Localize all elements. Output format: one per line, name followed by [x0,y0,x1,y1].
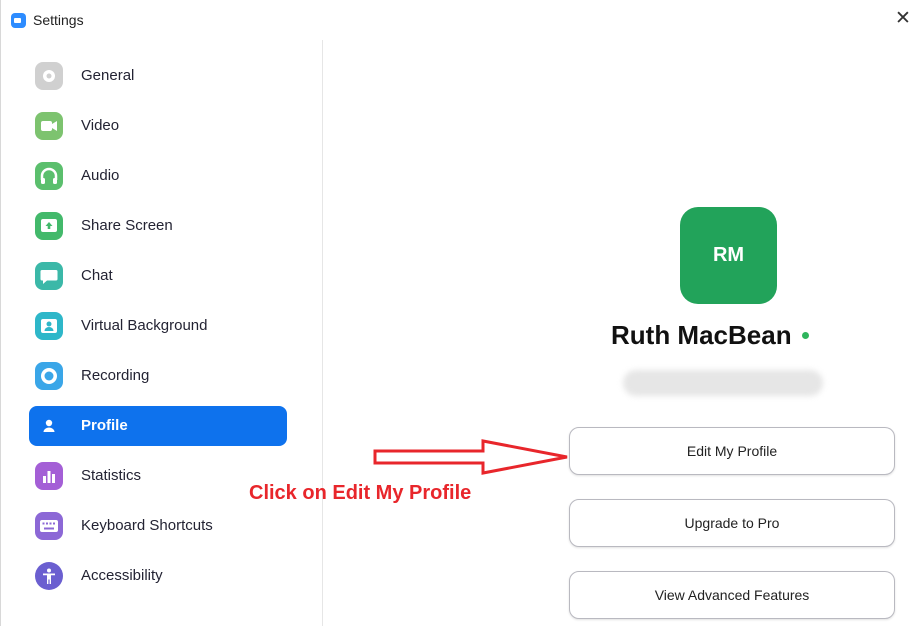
recording-icon [35,362,63,390]
avatar[interactable]: RM [680,207,777,304]
sidebar-item-label: Keyboard Shortcuts [81,517,213,534]
title-bar: Settings ✕ [1,0,922,40]
virtual-background-icon [35,312,63,340]
sidebar-item-label: Accessibility [81,567,163,584]
sidebar-item-label: Statistics [81,467,142,484]
sidebar-item-chat[interactable]: Chat [29,256,287,296]
headphones-icon [35,162,63,190]
sidebar-item-label: Video [81,117,120,134]
settings-sidebar: General Video Audio Share Screen Chat Vi… [1,40,323,626]
upgrade-to-pro-button[interactable]: Upgrade to Pro [569,499,895,547]
sidebar-item-profile[interactable]: Profile [29,406,287,446]
user-name: Ruth MacBean [611,320,792,350]
sidebar-item-share-screen[interactable]: Share Screen [29,206,287,246]
user-icon [35,412,63,440]
annotation-text: Click on Edit My Profile [249,482,472,504]
keyboard-icon [35,512,63,540]
sidebar-item-general[interactable]: General [29,56,287,96]
edit-my-profile-button[interactable]: Edit My Profile [569,427,895,475]
sidebar-item-label: Profile [81,417,128,434]
close-button[interactable]: ✕ [891,8,915,32]
sidebar-item-virtual-background[interactable]: Virtual Background [29,306,287,346]
email-redacted [623,370,823,396]
sidebar-item-label: Recording [81,367,150,384]
sidebar-item-label: Chat [81,267,113,284]
sidebar-item-accessibility[interactable]: Accessibility [29,556,287,596]
window-title: Settings [33,12,84,28]
annotation-arrow-icon [373,439,568,475]
statistics-icon [35,462,63,490]
sidebar-item-label: Share Screen [81,217,173,234]
sidebar-item-recording[interactable]: Recording [29,356,287,396]
share-screen-icon [35,212,63,240]
sidebar-item-label: Audio [81,167,120,184]
sidebar-item-video[interactable]: Video [29,106,287,146]
accessibility-icon [35,562,63,590]
zoom-app-icon [11,13,26,28]
online-status-dot [801,331,809,339]
video-icon [35,112,63,140]
settings-window: Settings ✕ General Video Audio Share Scr… [0,0,922,626]
sidebar-item-label: Virtual Background [81,317,208,334]
chat-icon [35,262,63,290]
gear-icon [35,62,63,90]
user-name-line: Ruth MacBean [323,320,922,351]
view-advanced-features-button[interactable]: View Advanced Features [569,571,895,619]
sidebar-item-keyboard-shortcuts[interactable]: Keyboard Shortcuts [29,506,287,546]
profile-panel: RM Ruth MacBean Edit My Profile Upgrade … [323,40,922,626]
sidebar-item-audio[interactable]: Audio [29,156,287,196]
sidebar-item-label: General [81,67,135,84]
